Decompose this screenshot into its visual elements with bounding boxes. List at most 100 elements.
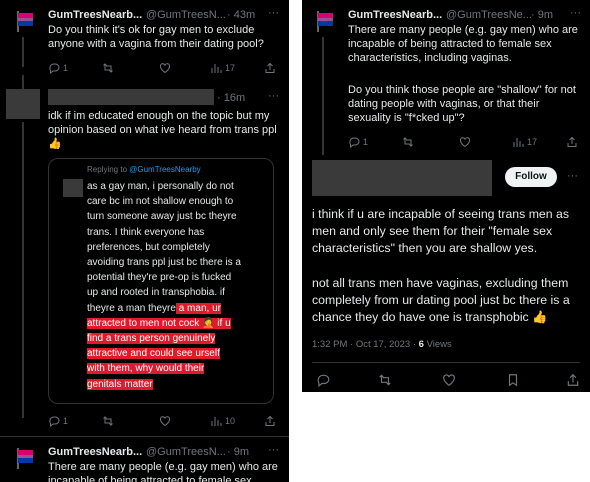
quote-line: preferences, but completely xyxy=(87,241,210,253)
bi-flag-avatar-icon xyxy=(10,8,36,34)
retweet-icon xyxy=(103,416,113,426)
reply-button[interactable]: 1 xyxy=(348,136,368,148)
replying-to: Replying to @GumTreesNearby xyxy=(87,165,201,174)
tweet-actions: 1 10 xyxy=(48,415,280,427)
avatar[interactable] xyxy=(10,8,36,34)
retweet-icon xyxy=(379,374,391,386)
main-tweet-text: i think if u are incapable of seeing tra… xyxy=(312,207,570,255)
tweet-text: idk if im educated enough on the topic b… xyxy=(48,110,277,150)
quote-line: find a trans person genuinely xyxy=(87,331,273,346)
like-icon xyxy=(159,416,171,427)
reply-count: 1 xyxy=(63,416,69,426)
quote-line: up and rooted in transphobia. if xyxy=(87,287,225,299)
tweet-text: Do you think those people are "shallow" … xyxy=(348,84,576,124)
thread-line xyxy=(22,37,24,67)
share-button[interactable] xyxy=(566,373,580,387)
replying-handle[interactable]: @GumTreesNearby xyxy=(129,165,200,174)
quote-line: avoiding trans ppl just bc there is a xyxy=(87,257,241,269)
bi-flag-avatar-icon xyxy=(10,445,36,471)
share-button[interactable] xyxy=(264,415,276,427)
attached-image[interactable]: Replying to @GumTreesNearby as a gay man… xyxy=(48,158,274,404)
retweet-icon xyxy=(103,63,113,73)
views-count: 17 xyxy=(527,137,538,147)
reply-icon xyxy=(349,137,360,148)
retweet-button[interactable] xyxy=(102,62,114,74)
share-icon xyxy=(265,415,275,426)
retweet-button[interactable] xyxy=(402,136,414,148)
share-icon xyxy=(567,373,579,386)
views-button[interactable]: 10 xyxy=(210,415,235,427)
quote-line: trans. I think everyone has xyxy=(87,226,205,238)
views-button[interactable]: 17 xyxy=(512,136,537,148)
views-count: 17 xyxy=(225,63,236,73)
views-icon xyxy=(513,138,524,147)
more-icon[interactable]: ··· xyxy=(268,90,279,102)
follow-button[interactable]: Follow xyxy=(505,167,557,187)
views-button[interactable]: 17 xyxy=(210,62,235,74)
views-icon xyxy=(211,417,222,426)
left-screenshot: GumTreesNearb... @GumTreesN... · 43m ···… xyxy=(0,0,289,482)
reply-icon xyxy=(49,416,60,427)
retweet-button[interactable] xyxy=(102,415,114,427)
tweet-time[interactable]: · 43m xyxy=(227,9,255,21)
tweet-actions: 1 17 xyxy=(48,62,280,74)
highlighted-text: a man, ur xyxy=(175,302,221,314)
divider xyxy=(312,362,580,363)
share-button[interactable] xyxy=(264,62,276,74)
redacted-author xyxy=(312,160,492,196)
tweet-text: There are many people (e.g. gay men) who… xyxy=(348,24,578,64)
quote-line: potential they're pre-op is fucked xyxy=(87,272,232,284)
retweet-button[interactable] xyxy=(378,373,392,387)
like-button[interactable] xyxy=(159,62,171,74)
quote-line: genitals matter xyxy=(87,377,273,392)
retweet-icon xyxy=(403,137,413,147)
tweet-time[interactable]: · 9m xyxy=(531,9,553,21)
views-label: Views xyxy=(423,339,452,350)
quote-line: as a gay man, i personally do not xyxy=(87,181,234,192)
avatar[interactable] xyxy=(10,445,36,471)
tweet-time[interactable]: · 9m xyxy=(227,446,249,458)
more-icon[interactable]: ··· xyxy=(268,7,279,19)
author-name[interactable]: GumTreesNearb... xyxy=(348,9,442,21)
author-handle[interactable]: @GumTreesNe... xyxy=(446,9,532,21)
like-button[interactable] xyxy=(459,136,471,148)
main-tweet-text: not all trans men have vaginas, excludin… xyxy=(312,276,570,324)
more-icon[interactable]: ··· xyxy=(567,170,578,182)
like-icon xyxy=(159,63,171,74)
divider xyxy=(0,436,289,437)
tweet-text: Do you think it's ok for gay men to excl… xyxy=(48,24,264,50)
redacted-username xyxy=(48,89,214,105)
avatar[interactable] xyxy=(310,8,336,34)
author-name[interactable]: GumTreesNearb... xyxy=(48,9,142,21)
highlighted-text: find a trans person genuinely xyxy=(87,333,216,345)
reply-button[interactable]: 1 xyxy=(48,62,68,74)
author-handle[interactable]: @GumTreesN... xyxy=(146,446,226,458)
quote-line: theyre a man theyre a man, ur xyxy=(87,301,273,316)
thread-line xyxy=(322,37,324,155)
reply-button[interactable] xyxy=(316,373,330,387)
reply-button[interactable]: 1 xyxy=(48,415,68,427)
more-icon[interactable]: ··· xyxy=(570,7,581,19)
quoted-text: as a gay man, i personally do not care b… xyxy=(87,179,273,392)
more-icon[interactable]: ··· xyxy=(268,444,279,456)
thread-line xyxy=(22,122,24,418)
like-button[interactable] xyxy=(159,415,171,427)
bookmark-button[interactable] xyxy=(506,373,520,387)
tweet-time[interactable]: · 16m xyxy=(217,92,245,104)
share-button[interactable] xyxy=(566,136,578,148)
like-button[interactable] xyxy=(442,373,456,387)
tweet-timestamp[interactable]: 1:32 PM · Oct 17, 2023 · xyxy=(312,339,419,350)
author-handle[interactable]: @GumTreesN... xyxy=(146,9,226,21)
reply-icon xyxy=(317,374,330,387)
thread-line xyxy=(22,75,24,89)
author-name[interactable]: GumTreesNearb... xyxy=(48,446,142,458)
reply-icon xyxy=(49,63,60,74)
share-icon xyxy=(265,62,275,73)
tweet-meta: 1:32 PM · Oct 17, 2023 · 6 Views xyxy=(312,339,452,350)
highlighted-text: attracted to men not cock 🤦 if u xyxy=(87,317,231,329)
bookmark-icon xyxy=(508,374,518,387)
tweet-text: There are many people (e.g. gay men) who… xyxy=(48,461,278,482)
quote-line: attractive and could see urself xyxy=(87,346,273,361)
like-icon xyxy=(443,374,455,386)
highlighted-text: genitals matter xyxy=(87,378,153,390)
